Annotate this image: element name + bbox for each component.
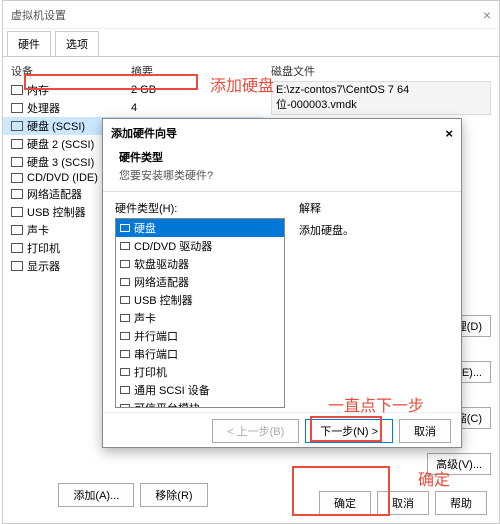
close-icon[interactable]: × [483, 7, 491, 23]
list-item[interactable]: 软盘驱动器 [116, 255, 284, 273]
hwlist-label: 硬件类型(H): [115, 200, 285, 216]
list-item[interactable]: 串行端口 [116, 345, 284, 363]
close-icon[interactable]: × [445, 126, 453, 141]
titlebar: 虚拟机设置 × [3, 1, 499, 29]
hwtype-label: 硬件类型 [119, 149, 445, 165]
parallel-icon [120, 332, 130, 340]
wizard-titlebar: 添加硬件向导 × [103, 119, 461, 147]
memory-icon [11, 85, 23, 95]
network-icon [11, 189, 23, 199]
tpm-icon [120, 404, 130, 408]
disk-icon [120, 224, 130, 232]
description-pane: 解释 添加硬盘。 [285, 200, 449, 404]
wizard-body: 硬件类型(H): 硬盘 CD/DVD 驱动器 软盘驱动器 网络适配器 USB 控… [103, 192, 461, 412]
disk-icon [11, 121, 23, 131]
printer-icon [120, 368, 130, 376]
hw-listbox[interactable]: 硬盘 CD/DVD 驱动器 软盘驱动器 网络适配器 USB 控制器 声卡 并行端… [115, 218, 285, 408]
usb-icon [11, 207, 23, 217]
add-button[interactable]: 添加(A)... [58, 483, 134, 507]
cpu-icon [11, 103, 23, 113]
sound-icon [11, 225, 23, 235]
ok-button[interactable]: 确定 [319, 491, 371, 515]
cd-icon [120, 242, 130, 250]
list-item[interactable]: 并行端口 [116, 327, 284, 345]
next-button[interactable]: 下一步(N) > [305, 419, 393, 443]
list-item-selected[interactable]: 硬盘 [116, 219, 284, 237]
header-summary: 摘要 [131, 63, 153, 79]
hwtype-question: 您要安装哪类硬件? [119, 167, 445, 183]
network-icon [120, 278, 130, 286]
diskfile-path: E:\zz-contos7\CentOS 7 64 位-000003.vmdk [271, 81, 491, 115]
hw-list-pane: 硬件类型(H): 硬盘 CD/DVD 驱动器 软盘驱动器 网络适配器 USB 控… [115, 200, 285, 404]
device-row[interactable]: 处理器4 [3, 99, 263, 117]
floppy-icon [120, 260, 130, 268]
wizard-buttons: < 上一步(B) 下一步(N) > 取消 [103, 412, 461, 449]
scsi-icon [120, 386, 130, 394]
list-item[interactable]: 声卡 [116, 309, 284, 327]
desc-text: 添加硬盘。 [299, 222, 449, 238]
list-item[interactable]: USB 控制器 [116, 291, 284, 309]
usb-icon [120, 296, 130, 304]
back-button: < 上一步(B) [212, 419, 299, 443]
tab-options[interactable]: 选项 [55, 31, 99, 56]
cd-icon [11, 173, 23, 183]
serial-icon [120, 350, 130, 358]
device-headers: 设备 摘要 [3, 61, 263, 81]
cancel-button[interactable]: 取消 [377, 491, 429, 515]
advanced-button[interactable]: 高级(V)... [427, 453, 491, 475]
sound-icon [120, 314, 130, 322]
tab-hardware[interactable]: 硬件 [7, 31, 51, 56]
window-title: 虚拟机设置 [11, 7, 66, 23]
dialog-buttons: 确定 取消 帮助 [319, 491, 487, 515]
list-item[interactable]: CD/DVD 驱动器 [116, 237, 284, 255]
wizard-header: 硬件类型 您要安装哪类硬件? [103, 147, 461, 192]
list-item[interactable]: 网络适配器 [116, 273, 284, 291]
remove-button[interactable]: 移除(R) [140, 483, 207, 507]
list-item[interactable]: 打印机 [116, 363, 284, 381]
desc-label: 解释 [299, 200, 449, 216]
list-item[interactable]: 可信平台模块 [116, 399, 284, 408]
disk-icon [11, 157, 23, 167]
help-button[interactable]: 帮助 [435, 491, 487, 515]
disk-icon [11, 139, 23, 149]
printer-icon [11, 243, 23, 253]
header-device: 设备 [11, 63, 131, 79]
wizard-title: 添加硬件向导 [111, 125, 177, 141]
display-icon [11, 261, 23, 271]
device-buttons: 添加(A)... 移除(R) [3, 475, 263, 515]
device-row[interactable]: 内存2 GB [3, 81, 263, 99]
wizard-cancel-button[interactable]: 取消 [399, 419, 451, 443]
tabs: 硬件 选项 [3, 29, 499, 57]
diskfile-label: 磁盘文件 [271, 63, 491, 79]
list-item[interactable]: 通用 SCSI 设备 [116, 381, 284, 399]
add-hardware-wizard: 添加硬件向导 × 硬件类型 您要安装哪类硬件? 硬件类型(H): 硬盘 CD/D… [102, 118, 462, 448]
